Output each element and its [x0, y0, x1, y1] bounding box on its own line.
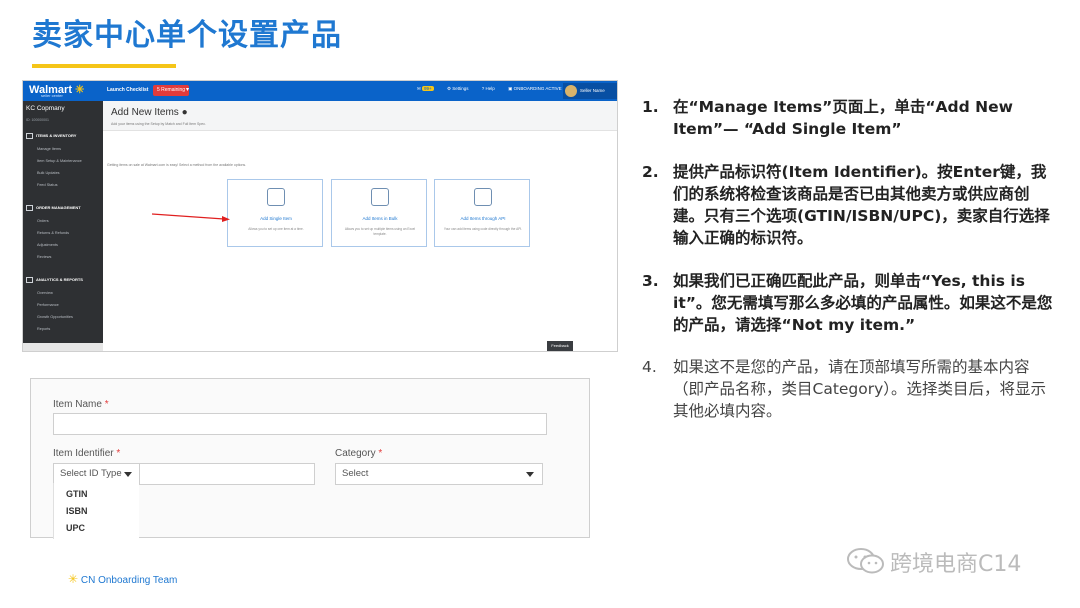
item-name-input[interactable]: [53, 413, 547, 435]
card-title: Add Items in Bulk: [362, 216, 398, 221]
title-underline: [32, 64, 176, 68]
sidebar-item-reports[interactable]: Reports: [37, 327, 50, 331]
card-desc: Allows you to set up one item at a time.: [248, 227, 304, 231]
help-text: Getting items on sale at Walmart.com is …: [107, 163, 247, 167]
add-api-items-card[interactable]: Add Items through API Your can add items…: [434, 179, 530, 247]
chart-icon: [26, 277, 33, 283]
user-menu[interactable]: Seller Name: [563, 83, 617, 99]
partner-id: ID: 100000001: [26, 118, 49, 122]
company-name: KC Copmany: [26, 105, 65, 112]
walmart-top-bar: Walmart ✳ seller center Launch Checklist…: [23, 81, 617, 101]
onboarding-active-link[interactable]: ▣ ONBOARDING ACTIVE: [508, 86, 568, 91]
page-subtitle: Add your items using the Setup by Match …: [111, 122, 206, 126]
alerts-link[interactable]: ✉ 99+: [417, 86, 440, 91]
step-text: 在“Manage Items”页面上，单击“Add New Item”— “Ad…: [673, 98, 1013, 138]
sidebar-item-performance[interactable]: Performance: [37, 303, 59, 307]
item-identifier-label: Item Identifier *: [53, 448, 121, 459]
sidebar-item-growth[interactable]: Growth Opportunities: [37, 315, 73, 319]
onboarding-remaining-badge[interactable]: 5 Remaining: [153, 85, 190, 96]
card-title: Add Single Item: [260, 216, 292, 221]
sidebar-item-adjustments[interactable]: Adjustments: [37, 243, 58, 247]
caret-down-icon: [124, 472, 132, 477]
cloud-icon: [474, 188, 492, 206]
top-links: ✉ 99+ ⚙ Settings ? Help ▣ ONBOARDING ACT…: [417, 86, 574, 92]
item-form: Item Name * Item Identifier * Select ID …: [30, 378, 590, 539]
id-type-select[interactable]: Select ID Type: [53, 463, 141, 485]
page-title: Add New Items ●: [111, 107, 188, 118]
alerts-count: 99+: [422, 86, 434, 91]
box-icon: [267, 188, 285, 206]
sidebar-section-orders[interactable]: ORDER MANAGEMENT: [26, 205, 81, 211]
spark-icon: ✳: [68, 572, 79, 586]
add-single-item-card[interactable]: Add Single Item Allows you to set up one…: [227, 179, 323, 247]
option-gtin[interactable]: GTIN: [66, 489, 88, 499]
sidebar-item-orders[interactable]: Orders: [37, 219, 49, 223]
watermark-text: 跨境电商C14: [890, 552, 1022, 577]
footer-team: ✳ CN Onboarding Team: [68, 572, 178, 586]
walmart-logo-subtitle: seller center: [41, 93, 63, 98]
caret-down-icon: [526, 472, 534, 477]
item-identifier-input[interactable]: [139, 463, 315, 485]
slide-title: 卖家中心单个设置产品: [32, 18, 342, 53]
wechat-icon: [847, 548, 884, 574]
sidebar-scrollbar[interactable]: [23, 343, 103, 351]
card-title: Add Items through API: [460, 216, 506, 221]
chevron-down-icon[interactable]: ▾: [186, 86, 189, 93]
sidebar-item-bulk[interactable]: Bulk Updates: [37, 171, 60, 175]
sidebar-item-feed[interactable]: Feed Status: [37, 183, 57, 187]
walmart-sidebar: KC Copmany ID: 100000001 ITEMS & INVENTO…: [23, 101, 103, 351]
sidebar-item-returns[interactable]: Returns & Refunds: [37, 231, 69, 235]
page-header: Add New Items ● Add your items using the…: [103, 101, 617, 131]
spark-icon: ✳: [75, 84, 85, 96]
id-type-dropdown: GTIN ISBN UPC: [53, 483, 139, 539]
item-name-label: Item Name *: [53, 399, 109, 410]
step-number: 2.: [642, 163, 659, 181]
cart-icon: [26, 205, 33, 211]
sidebar-item-overview[interactable]: Overview: [37, 291, 53, 295]
walmart-screenshot: Walmart ✳ seller center Launch Checklist…: [22, 80, 618, 352]
user-name: Seller Name: [580, 88, 605, 93]
launch-checklist-link[interactable]: Launch Checklist: [107, 87, 148, 93]
feedback-button[interactable]: Feedback: [547, 341, 573, 351]
walmart-main: Add New Items ● Add your items using the…: [103, 101, 617, 351]
step-text: 提供产品标识符(Item Identifier)。按Enter键，我们的系统将检…: [673, 163, 1050, 247]
option-upc[interactable]: UPC: [66, 523, 85, 533]
file-upload-icon: [371, 188, 389, 206]
step-text: 如果我们已正确匹配此产品，则单击“Yes, this is it”。您无需填写那…: [673, 272, 1053, 334]
box-icon: [26, 133, 33, 139]
sidebar-section-analytics[interactable]: ANALYTICS & REPORTS: [26, 277, 83, 283]
card-desc: Allows you to set up multiple items usin…: [344, 227, 416, 236]
add-bulk-items-card[interactable]: Add Items in Bulk Allows you to set up m…: [331, 179, 427, 247]
sidebar-section-items[interactable]: ITEMS & INVENTORY: [26, 133, 76, 139]
red-arrow-annotation: [152, 213, 230, 222]
card-desc: Your can add items using code directly t…: [443, 227, 523, 231]
sidebar-item-setup[interactable]: Item Setup & Maintenance: [37, 159, 82, 163]
step-number: 4.: [642, 358, 657, 376]
step-number: 1.: [642, 98, 659, 116]
settings-link[interactable]: ⚙ Settings: [447, 86, 475, 91]
avatar: [565, 85, 577, 97]
info-icon[interactable]: ●: [182, 107, 188, 118]
step-text: 如果这不是您的产品，请在顶部填写所需的基本内容（即产品名称，类目Category…: [673, 358, 1047, 420]
help-link[interactable]: ? Help: [482, 86, 501, 91]
sidebar-item-reviews[interactable]: Reviews: [37, 255, 51, 259]
category-label: Category *: [335, 448, 383, 459]
category-select[interactable]: Select: [335, 463, 543, 485]
step-number: 3.: [642, 272, 659, 290]
sidebar-item-manage-items[interactable]: Manage Items: [37, 147, 61, 151]
option-isbn[interactable]: ISBN: [66, 506, 88, 516]
